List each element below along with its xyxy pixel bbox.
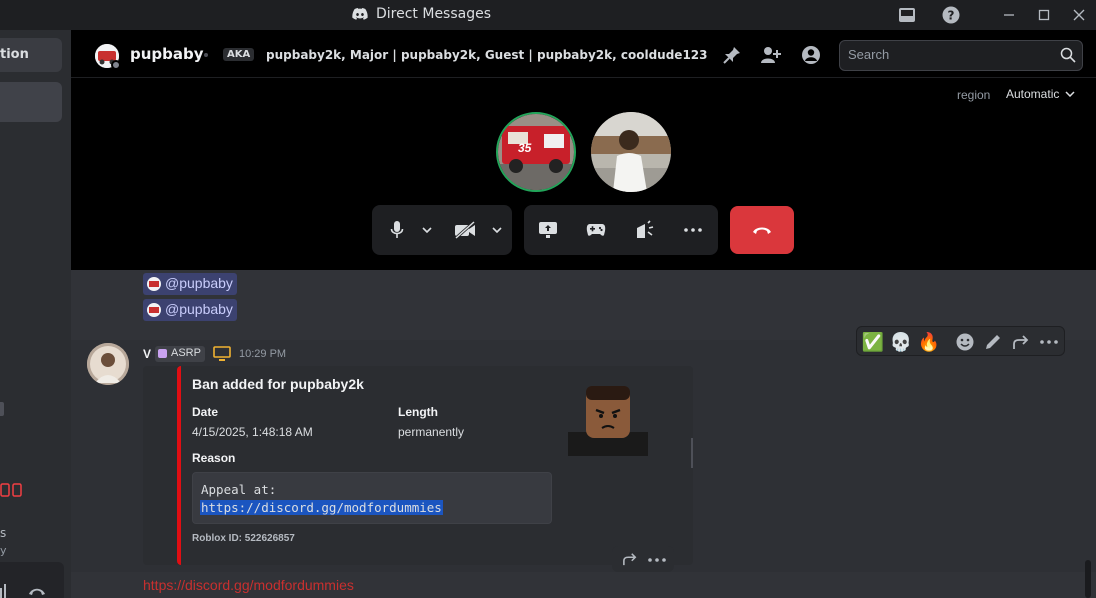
- reaction-fire[interactable]: 🔥: [917, 330, 941, 354]
- search-input[interactable]: [848, 47, 1048, 62]
- embed-footer: Roblox ID: 522626857: [192, 533, 295, 544]
- user-profile-icon[interactable]: [800, 44, 822, 66]
- camera-off-icon[interactable]: [453, 218, 477, 242]
- more-options-icon[interactable]: [681, 218, 705, 242]
- help-icon[interactable]: ?: [941, 5, 961, 25]
- separator-dot: [204, 53, 208, 57]
- author-avatar[interactable]: [87, 343, 129, 385]
- window-title: Direct Messages: [352, 6, 491, 22]
- embed-actions: [612, 546, 674, 572]
- fire-truck-number: 35: [518, 141, 532, 155]
- mic-options-chevron-icon[interactable]: [415, 218, 439, 242]
- field-date-value: 4/15/2025, 1:48:18 AM: [192, 425, 313, 439]
- participant-avatar[interactable]: [591, 112, 671, 192]
- participant-avatar-speaking[interactable]: 35: [496, 112, 576, 192]
- ban-embed: Ban added for pupbaby2k Date 4/15/2025, …: [143, 366, 693, 565]
- forward-icon[interactable]: [1009, 330, 1033, 354]
- activity-controls: [524, 205, 718, 255]
- hang-up-icon: [753, 227, 771, 234]
- aka-badge: AKA: [223, 48, 255, 61]
- sidebar-footer-text: s: [0, 526, 7, 540]
- appeal-link-selected[interactable]: https://discord.gg/modfordummies: [200, 500, 443, 515]
- region-label: region: [957, 88, 991, 102]
- mention-text: @pupbaby: [165, 301, 233, 317]
- camera-options-chevron-icon[interactable]: [485, 218, 509, 242]
- message-actions-toolbar: ✅ 💀 🔥: [856, 326, 1065, 356]
- minimize-icon[interactable]: [999, 5, 1019, 25]
- chevron-down-icon: [1065, 91, 1075, 97]
- more-icon[interactable]: [648, 558, 666, 562]
- mention-avatar: [147, 303, 161, 317]
- more-icon[interactable]: [1037, 330, 1061, 354]
- reaction-skull[interactable]: 💀: [889, 330, 913, 354]
- sidebar-top-button[interactable]: tion: [0, 38, 62, 72]
- field-length-label: Length: [398, 405, 438, 419]
- screen-share-icon[interactable]: [536, 218, 560, 242]
- discord-logo-icon: [352, 8, 368, 20]
- sidebar-unread-marker: [0, 402, 4, 416]
- desktop-icon: [213, 346, 231, 366]
- server-tag-label: ASRP: [171, 347, 201, 359]
- message-timestamp: 10:29 PM: [239, 348, 287, 360]
- phone-icon[interactable]: [28, 586, 46, 596]
- search-icon: [1060, 47, 1076, 63]
- search-box[interactable]: [839, 40, 1083, 71]
- inbox-icon[interactable]: [897, 5, 917, 25]
- status-indicator: [111, 60, 121, 70]
- region-dropdown[interactable]: Automatic: [1006, 87, 1075, 101]
- close-icon[interactable]: [1069, 5, 1089, 25]
- mobile-icon: [0, 483, 24, 500]
- code-line: Appeal at:: [201, 482, 277, 497]
- server-tag[interactable]: ASRP: [155, 346, 205, 362]
- mention-text: @pupbaby: [165, 275, 233, 291]
- message-scrollbar[interactable]: [1085, 560, 1091, 598]
- add-reaction-icon[interactable]: [953, 330, 977, 354]
- activities-controller-icon[interactable]: [584, 218, 608, 242]
- embed-color-bar: [177, 366, 181, 565]
- sidebar-top-button-label: tion: [0, 47, 29, 62]
- region-value: Automatic: [1006, 87, 1060, 101]
- voice-panel: [0, 562, 64, 598]
- signal-icon: [0, 584, 6, 598]
- aka-names: pupbaby2k, Major | pupbaby2k, Guest | pu…: [266, 48, 711, 62]
- message-author[interactable]: V: [143, 347, 151, 361]
- channel-header: pupbaby AKA pupbaby2k, Major | pupbaby2k…: [71, 30, 1096, 78]
- pin-icon[interactable]: [721, 44, 743, 66]
- svg-text:?: ?: [948, 9, 955, 23]
- next-message-link[interactable]: https://discord.gg/modfordummies: [143, 577, 354, 593]
- add-friends-icon[interactable]: [760, 44, 782, 66]
- soundboard-icon[interactable]: [633, 218, 657, 242]
- message-list: @pupbaby @pupbaby V ASRP 10:29 PM ✅ 💀 🔥: [71, 270, 1096, 598]
- embed-title: Ban added for pupbaby2k: [192, 376, 364, 392]
- dm-sidebar: tion s y: [0, 30, 71, 598]
- maximize-icon[interactable]: [1034, 5, 1054, 25]
- media-controls: [372, 205, 512, 255]
- title-bar: Direct Messages ?: [0, 0, 1096, 30]
- field-reason-label: Reason: [192, 451, 236, 465]
- discord-window: Direct Messages ? tion s y pupbaby AKA p…: [0, 0, 1096, 598]
- field-length-value: permanently: [398, 425, 465, 439]
- edit-icon[interactable]: [981, 330, 1005, 354]
- roblox-avatar-thumbnail[interactable]: [568, 382, 648, 456]
- reaction-check[interactable]: ✅: [861, 330, 885, 354]
- user-mention[interactable]: @pupbaby: [143, 299, 237, 321]
- window-title-text: Direct Messages: [376, 6, 492, 22]
- microphone-icon[interactable]: [385, 218, 409, 242]
- mention-avatar: [147, 277, 161, 291]
- sidebar-footer-subtext: y: [0, 544, 7, 557]
- sidebar-item-selected[interactable]: [0, 82, 62, 122]
- voice-call-area: region Automatic 35: [71, 78, 1096, 270]
- reason-code-block: Appeal at: https://discord.gg/modfordumm…: [192, 472, 552, 524]
- disconnect-button[interactable]: [730, 206, 794, 254]
- user-mention[interactable]: @pupbaby: [143, 273, 237, 295]
- field-date-label: Date: [192, 405, 219, 419]
- embed-scroll-indicator: [691, 438, 693, 468]
- server-tag-icon: [158, 349, 167, 358]
- dm-username[interactable]: pupbaby: [130, 45, 204, 63]
- forward-icon[interactable]: [622, 552, 638, 566]
